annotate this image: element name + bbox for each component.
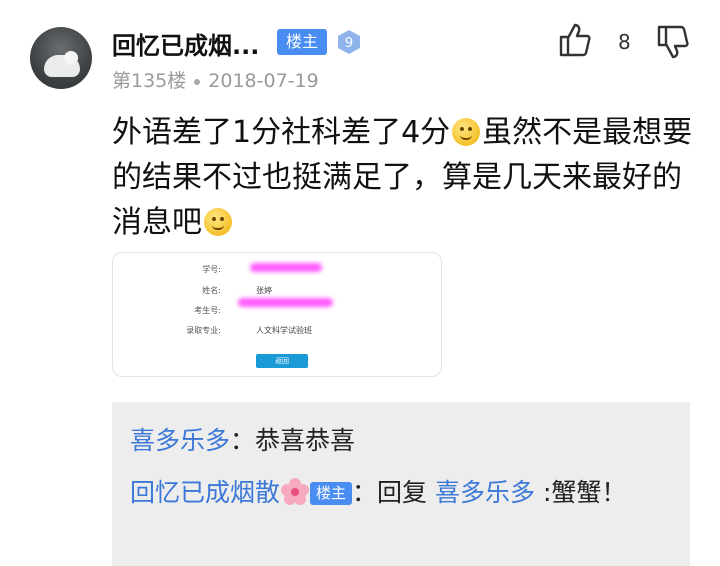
- smile-face-emoji-icon: [204, 208, 232, 236]
- shot-name-value: 张婷: [256, 286, 272, 295]
- separator-dot: [194, 78, 201, 85]
- reply-list: 喜多乐多：恭喜恭喜 回忆已成烟散 楼主 ：回复 喜多乐多 :蟹蟹！: [112, 402, 690, 566]
- shot-label-exam: 考生号:: [194, 306, 221, 315]
- like-count: 8: [618, 30, 631, 54]
- level-badge-icon: 9: [338, 30, 360, 54]
- reply-item[interactable]: 喜多乐多：恭喜恭喜: [130, 421, 355, 457]
- reply-separator: ：: [352, 478, 378, 507]
- floor-number: 第135楼: [112, 70, 187, 92]
- reply-user-link[interactable]: 回忆已成烟散: [130, 478, 280, 507]
- redaction-smear: [250, 263, 322, 272]
- thumbs-down-icon[interactable]: [656, 24, 690, 60]
- author-name[interactable]: 回忆已成烟...: [112, 26, 259, 61]
- avatar[interactable]: [30, 27, 92, 89]
- reply-text: 恭喜恭喜: [255, 426, 356, 455]
- reply-target-link[interactable]: 喜多乐多: [435, 478, 535, 507]
- attached-screenshot[interactable]: 学号: 姓名: 张婷 考生号: 录取专业: 人文科学试验班 返回: [112, 252, 442, 377]
- reply-item[interactable]: 回忆已成烟散 楼主 ：回复 喜多乐多 :蟹蟹！: [130, 474, 675, 512]
- reply-text: :蟹蟹！: [535, 478, 627, 507]
- owner-badge: 楼主: [310, 482, 353, 505]
- vote-group: 8: [558, 22, 698, 62]
- post-content: 外语差了1分社科差了4分 虽然不是最想要的结果不过也挺满足了，算是几天来最好的消息…: [112, 110, 702, 245]
- shot-label-name: 姓名:: [202, 286, 221, 295]
- post-date: 2018-07-19: [208, 70, 319, 92]
- reply-prefix: 回复: [377, 478, 435, 507]
- svg-text:9: 9: [345, 36, 353, 51]
- reply-separator: ：: [230, 426, 256, 455]
- post-meta: 第135楼 2018-07-19: [112, 66, 319, 93]
- reply-user-link[interactable]: 喜多乐多: [130, 426, 230, 455]
- shot-back-button: 返回: [256, 354, 308, 368]
- shot-label-major: 录取专业:: [186, 326, 221, 335]
- redaction-smear: [238, 298, 333, 307]
- content-part-1: 外语差了1分社科差了4分: [112, 115, 451, 150]
- thumbs-up-icon[interactable]: [558, 22, 592, 58]
- shot-major-value: 人文科学试验班: [256, 326, 312, 335]
- cherry-blossom-icon: [281, 478, 310, 505]
- shot-label-id: 学号:: [202, 265, 221, 274]
- shy-face-emoji-icon: [452, 118, 481, 146]
- owner-badge: 楼主: [277, 29, 328, 55]
